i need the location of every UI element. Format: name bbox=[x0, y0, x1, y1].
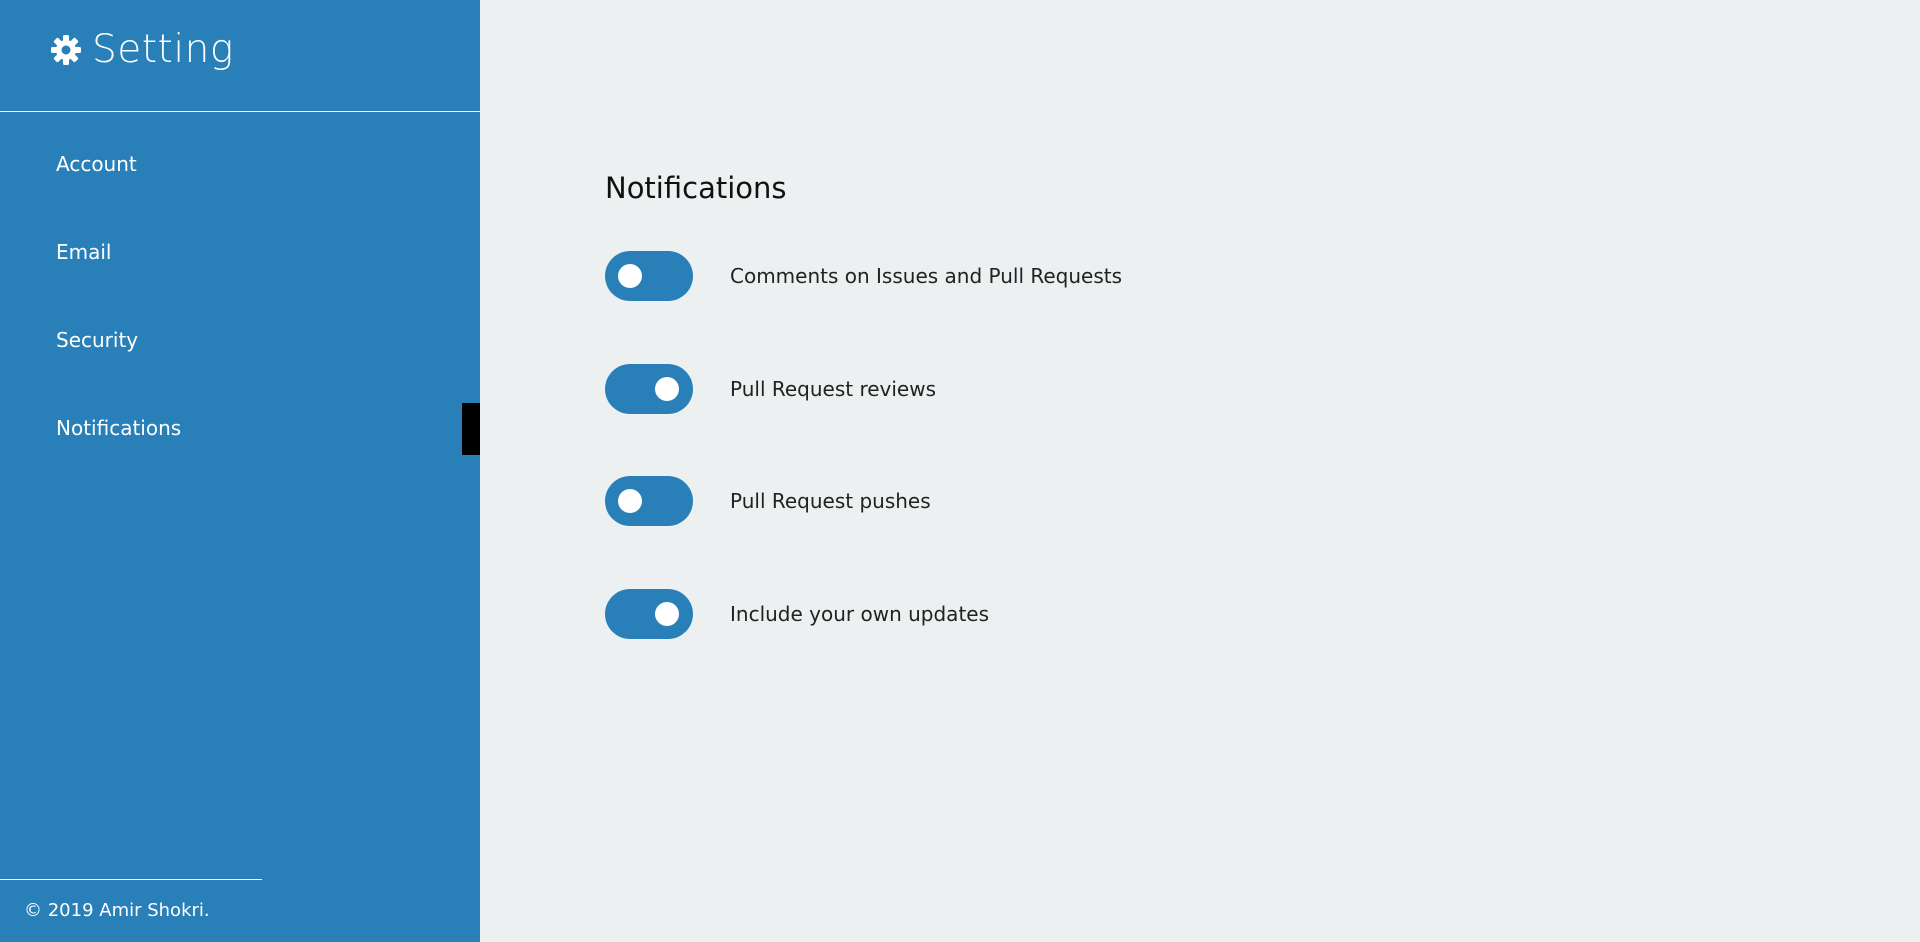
sidebar-item-account[interactable]: Account bbox=[56, 150, 137, 178]
footer-divider bbox=[0, 879, 262, 880]
pr-reviews-toggle[interactable] bbox=[605, 364, 693, 414]
footer-copyright: © 2019 Amir Shokri. bbox=[24, 900, 210, 921]
settings-app: Setting Account Email Security Notificat… bbox=[0, 0, 1920, 942]
page-title: Notifications bbox=[605, 171, 787, 206]
toggle-knob bbox=[655, 602, 679, 626]
setting-row-pr-reviews: Pull Request reviews bbox=[605, 364, 936, 414]
sidebar-item-security[interactable]: Security bbox=[56, 326, 138, 354]
toggle-knob bbox=[618, 489, 642, 513]
setting-label: Include your own updates bbox=[730, 602, 990, 626]
own-updates-toggle[interactable] bbox=[605, 589, 693, 639]
pr-pushes-toggle[interactable] bbox=[605, 476, 693, 526]
setting-row-pr-pushes: Pull Request pushes bbox=[605, 476, 931, 526]
setting-row-own-updates: Include your own updates bbox=[605, 589, 989, 639]
setting-label: Pull Request reviews bbox=[730, 377, 937, 401]
setting-row-comments: Comments on Issues and Pull Requests bbox=[605, 251, 1122, 301]
toggle-knob bbox=[618, 264, 642, 288]
brand-title: Setting bbox=[92, 27, 234, 72]
gear-icon bbox=[50, 34, 82, 66]
comments-toggle[interactable] bbox=[605, 251, 693, 301]
sidebar-item-email[interactable]: Email bbox=[56, 238, 112, 266]
main-content: Notifications Comments on Issues and Pul… bbox=[480, 0, 1920, 942]
setting-label: Pull Request pushes bbox=[730, 489, 931, 513]
brand: Setting bbox=[50, 26, 234, 74]
sidebar: Setting Account Email Security Notificat… bbox=[0, 0, 480, 942]
toggle-knob bbox=[655, 377, 679, 401]
active-nav-indicator bbox=[462, 403, 480, 455]
sidebar-item-notifications[interactable]: Notifications bbox=[56, 414, 181, 442]
setting-label: Comments on Issues and Pull Requests bbox=[730, 264, 1123, 288]
brand-divider bbox=[0, 111, 480, 112]
